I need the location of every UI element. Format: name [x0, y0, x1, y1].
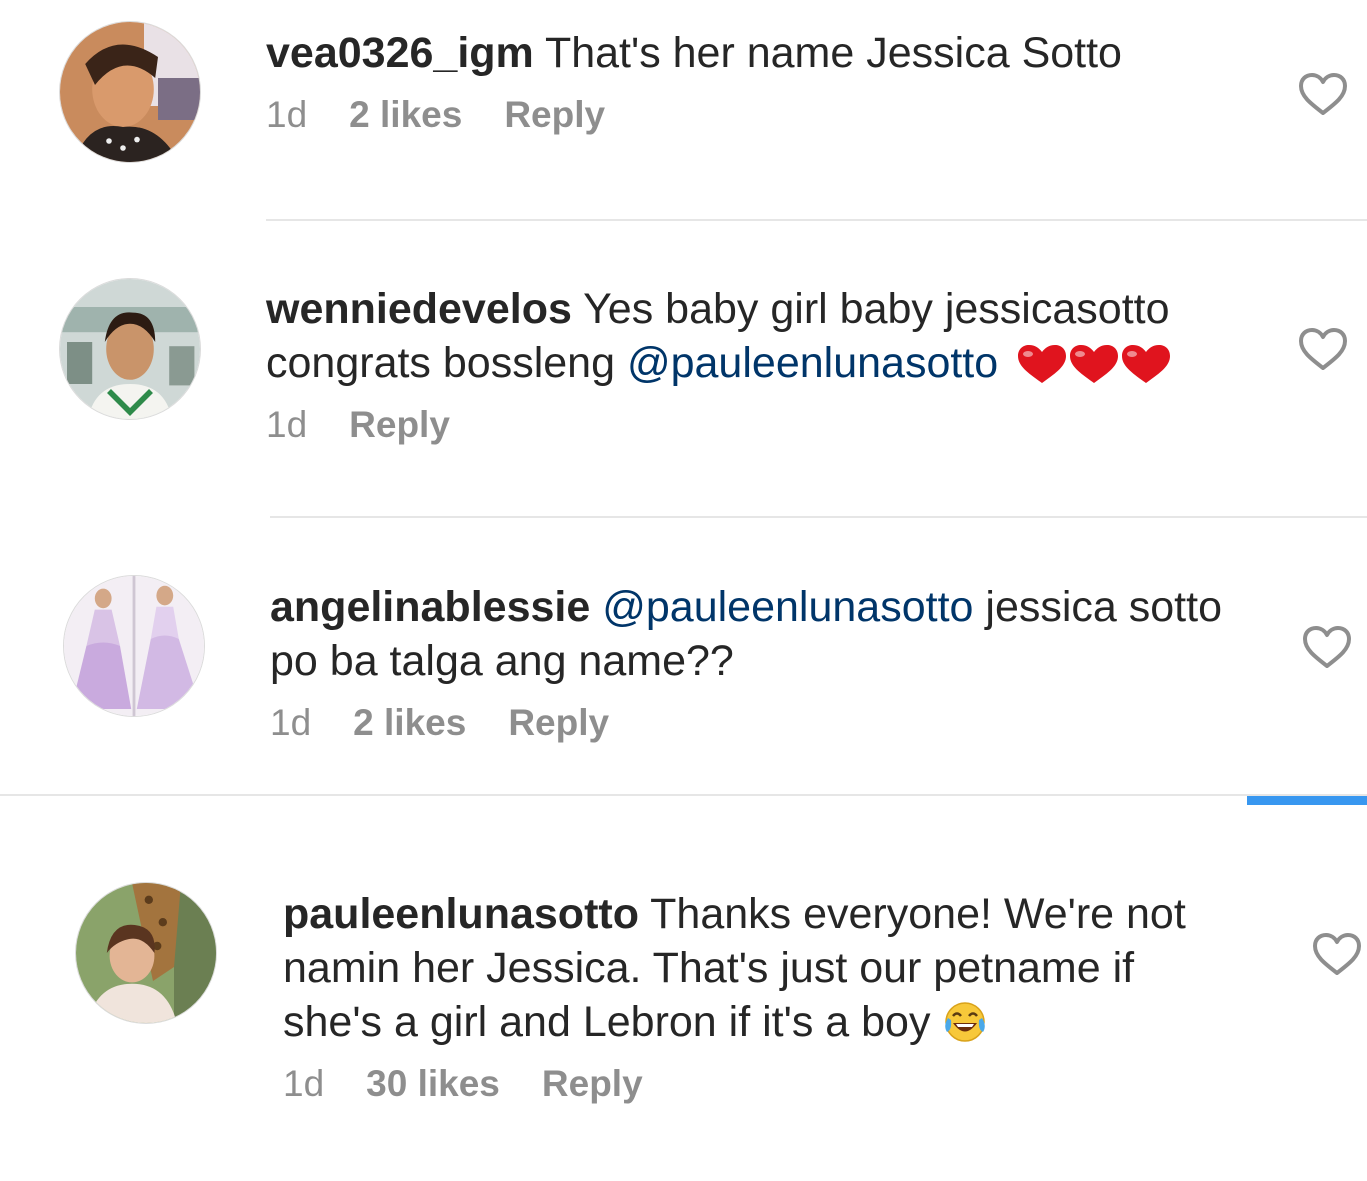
- heart-outline-icon[interactable]: [1298, 327, 1348, 371]
- likes-count[interactable]: 2 likes: [353, 702, 466, 744]
- reply-button[interactable]: Reply: [508, 702, 609, 744]
- comment-body: jessica sotto: [973, 583, 1222, 631]
- avatar[interactable]: [63, 575, 205, 717]
- avatar[interactable]: [59, 278, 201, 420]
- avatar[interactable]: [59, 21, 201, 163]
- comment-meta: 1d 2 likes Reply: [270, 702, 1222, 744]
- comment-time: 1d: [266, 404, 308, 445]
- comment-text-line: po ba talga ang name??: [270, 634, 1222, 688]
- comment-text: angelinablessie @pauleenlunasotto jessic…: [270, 580, 1222, 634]
- comment-text: pauleenlunasotto Thanks everyone! We're …: [283, 887, 1186, 941]
- mention-link[interactable]: @pauleenlunasotto: [627, 339, 998, 387]
- comment-time: 1d: [283, 1063, 325, 1104]
- red-heart-emoji: [1016, 339, 1172, 387]
- comment-text: wenniedevelos Yes baby girl baby jessica…: [266, 282, 1172, 336]
- scroll-indicator: [1247, 796, 1367, 805]
- reply-button[interactable]: Reply: [504, 94, 605, 136]
- comment-username[interactable]: vea0326_igm: [266, 29, 534, 77]
- comment-body: That's her name Jessica Sotto: [544, 29, 1122, 77]
- heart-outline-icon[interactable]: [1312, 932, 1362, 976]
- heart-outline-icon[interactable]: [1302, 625, 1352, 669]
- avatar[interactable]: [75, 882, 217, 1024]
- reply-button[interactable]: Reply: [349, 404, 450, 446]
- comment-time: 1d: [270, 702, 312, 743]
- comment-body: congrats bossleng: [266, 339, 627, 387]
- comment-text: vea0326_igm That's her name Jessica Sott…: [266, 26, 1122, 80]
- divider: [266, 219, 1367, 221]
- reply-button[interactable]: Reply: [542, 1063, 643, 1105]
- comment-meta: 1d 30 likes Reply: [283, 1063, 1186, 1105]
- likes-count[interactable]: 30 likes: [366, 1063, 500, 1105]
- heart-outline-icon[interactable]: [1298, 72, 1348, 116]
- comment-meta: 1d 2 likes Reply: [266, 94, 1122, 136]
- comment-body: Yes baby girl baby jessicasotto: [583, 285, 1170, 333]
- comment-body: namin her Jessica. That's just our petna…: [283, 944, 1135, 992]
- mention-link[interactable]: @pauleenlunasotto: [602, 583, 973, 631]
- divider: [0, 794, 1367, 796]
- comment-username[interactable]: wenniedevelos: [266, 285, 572, 333]
- comment-time: 1d: [266, 94, 308, 135]
- comment-text-line: namin her Jessica. That's just our petna…: [283, 941, 1186, 995]
- likes-count[interactable]: 2 likes: [349, 94, 462, 136]
- comment-body: Thanks everyone! We're not: [638, 890, 1186, 938]
- comment-text-line: she's a girl and Lebron if it's a boy: [283, 995, 1186, 1049]
- comment-body: po ba talga ang name??: [270, 637, 734, 685]
- comment-meta: 1d Reply: [266, 404, 1172, 446]
- comment-username[interactable]: pauleenlunasotto: [283, 890, 639, 938]
- comment-username[interactable]: angelinablessie: [270, 583, 590, 631]
- comment-text-line: congrats bossleng @pauleenlunasotto: [266, 336, 1172, 390]
- tears-of-joy-emoji: [942, 998, 988, 1046]
- comment-body: she's a girl and Lebron if it's a boy: [283, 998, 943, 1046]
- divider: [270, 516, 1367, 518]
